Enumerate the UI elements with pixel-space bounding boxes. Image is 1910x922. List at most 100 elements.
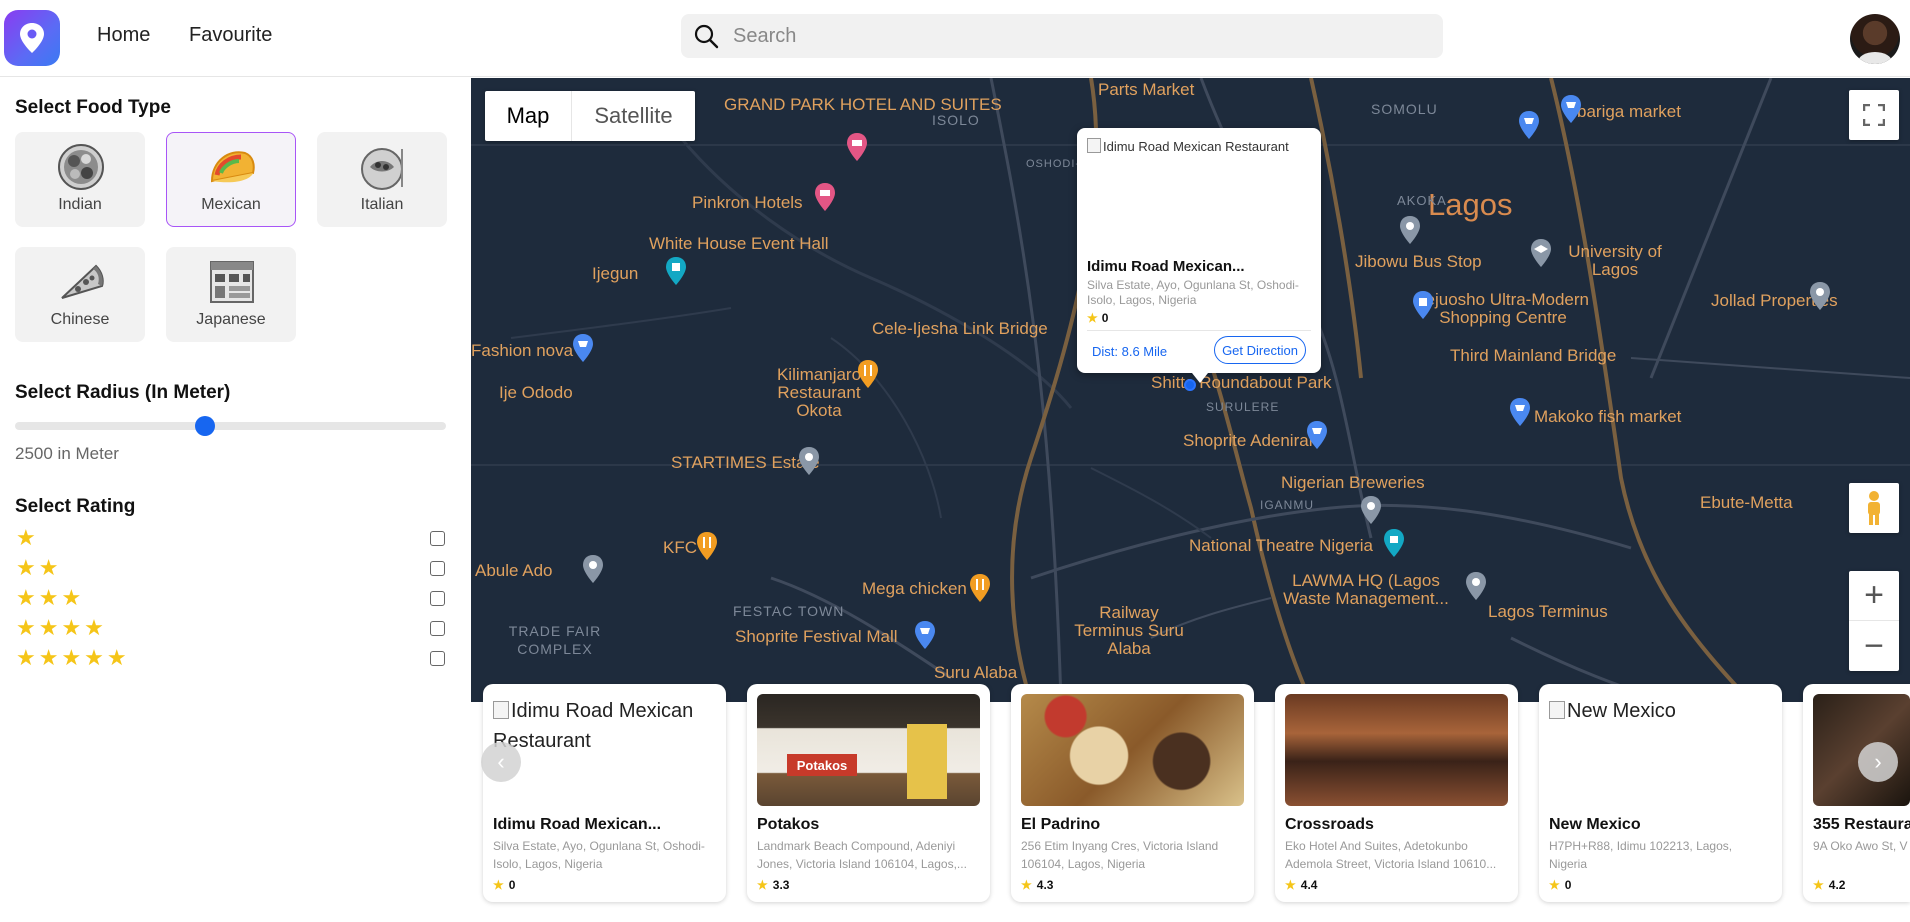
restaurant-pin-icon[interactable] bbox=[968, 573, 992, 603]
map-label: Abule Ado bbox=[475, 561, 553, 580]
place-pin-icon[interactable] bbox=[581, 554, 605, 584]
restaurant-pin-icon[interactable] bbox=[856, 359, 880, 389]
food-type-title: Select Food Type bbox=[15, 97, 171, 118]
place-pin-icon[interactable] bbox=[1398, 215, 1422, 245]
google-map[interactable]: Map Satellite GRAND PARK HOTEL AND SUITE… bbox=[471, 78, 1910, 702]
map-label: University of Lagos bbox=[1568, 242, 1662, 279]
restaurant-address: H7PH+R88, Idimu 102213, Lagos, Nigeria bbox=[1549, 839, 1733, 871]
nav-home-link[interactable]: Home bbox=[97, 24, 150, 47]
shopping-bag-pin-icon[interactable] bbox=[1411, 290, 1435, 320]
restaurant-rating: ★ 4.2 bbox=[1813, 878, 1845, 892]
food-card-italian[interactable]: Italian bbox=[317, 132, 447, 227]
food-label: Chinese bbox=[50, 311, 110, 328]
search-input[interactable] bbox=[733, 24, 1413, 48]
rating-option-3[interactable]: ★★★ bbox=[16, 587, 446, 609]
hotel-pin-icon[interactable] bbox=[813, 182, 837, 212]
search-icon bbox=[691, 21, 721, 51]
rating-checkbox[interactable] bbox=[430, 561, 445, 576]
restaurant-card[interactable]: Crossroads Eko Hotel And Suites, Adetoku… bbox=[1275, 684, 1518, 902]
rating-option-5[interactable]: ★★★★★ bbox=[16, 647, 446, 669]
restaurant-name: Crossroads bbox=[1285, 816, 1374, 833]
food-card-mexican[interactable]: Mexican bbox=[166, 132, 296, 227]
street-view-button[interactable] bbox=[1849, 483, 1899, 533]
search-bar[interactable] bbox=[681, 14, 1443, 58]
thali-plate-icon bbox=[58, 144, 104, 190]
zoom-controls: + − bbox=[1849, 571, 1899, 671]
restaurant-rating: ★ 4.4 bbox=[1285, 878, 1317, 892]
rating-option-4[interactable]: ★★★★ bbox=[16, 617, 446, 639]
map-label: Lagos Terminus bbox=[1488, 602, 1608, 621]
get-direction-button[interactable]: Get Direction bbox=[1214, 336, 1306, 364]
rating-option-2[interactable]: ★★ bbox=[16, 557, 446, 579]
restaurant-card[interactable]: 355 Restaura 9A Oko Awo St, V Lagos, Nig… bbox=[1803, 684, 1910, 902]
rating-value: 0 bbox=[1101, 311, 1109, 325]
place-info-window[interactable]: Idimu Road Mexican Restaurant Idimu Road… bbox=[1077, 128, 1321, 373]
food-card-japanese[interactable]: Japanese bbox=[166, 247, 296, 342]
map-label: Railway Terminus Suru Alaba bbox=[1074, 603, 1184, 658]
broken-image: Idimu Road Mexican Restaurant bbox=[493, 696, 716, 756]
shopping-cart-pin-icon[interactable] bbox=[571, 333, 595, 363]
place-name: Idimu Road Mexican... bbox=[1087, 258, 1245, 275]
map-label: OSHODI- bbox=[1026, 158, 1081, 170]
restaurant-card[interactable]: El Padrino 256 Etim Inyang Cres, Victori… bbox=[1011, 684, 1254, 902]
theatre-pin-icon[interactable] bbox=[1382, 528, 1406, 558]
shopping-cart-pin-icon[interactable] bbox=[913, 620, 937, 650]
event-pin-icon[interactable] bbox=[664, 256, 688, 286]
restaurant-name: Potakos bbox=[757, 816, 820, 833]
app-logo[interactable] bbox=[4, 10, 60, 66]
restaurant-address: 256 Etim Inyang Cres, Victoria Island 10… bbox=[1021, 839, 1219, 871]
place-pin-icon[interactable] bbox=[1464, 571, 1488, 601]
restaurant-pin-icon[interactable] bbox=[695, 531, 719, 561]
shopping-cart-pin-icon[interactable] bbox=[1517, 110, 1541, 140]
star-icon: ★ bbox=[1549, 878, 1560, 892]
carousel-next-button[interactable]: › bbox=[1858, 742, 1898, 782]
map-label: Mega chicken bbox=[862, 579, 967, 598]
rating-checkbox[interactable] bbox=[430, 531, 445, 546]
map-type-toggle[interactable]: Map Satellite bbox=[485, 91, 695, 141]
rating-checkbox[interactable] bbox=[430, 621, 445, 636]
rating-value: 3.3 bbox=[772, 878, 790, 892]
shopping-cart-pin-icon[interactable] bbox=[1305, 420, 1329, 450]
restaurant-card[interactable]: Idimu Road Mexican Restaurant Idimu Road… bbox=[483, 684, 726, 902]
rating-option-1[interactable]: ★ bbox=[16, 527, 446, 549]
restaurant-name: 355 Restaura bbox=[1813, 816, 1910, 833]
carousel-prev-button[interactable]: ‹ bbox=[481, 742, 521, 782]
map-label: Shoprite Adeniran bbox=[1183, 431, 1319, 450]
restaurant-name: New Mexico bbox=[1549, 816, 1641, 833]
rating-checkbox[interactable] bbox=[430, 591, 445, 606]
university-pin-icon[interactable] bbox=[1529, 238, 1553, 268]
shopping-cart-pin-icon[interactable] bbox=[1508, 397, 1532, 427]
restaurant-card[interactable]: Potakos Potakos Landmark Beach Compound,… bbox=[747, 684, 990, 902]
shopping-cart-pin-icon[interactable] bbox=[1559, 94, 1583, 124]
rating-checkbox[interactable] bbox=[430, 651, 445, 666]
satellite-view-button[interactable]: Satellite bbox=[572, 91, 695, 141]
map-label: SOMOLU bbox=[1371, 101, 1438, 117]
pizza-slice-icon bbox=[61, 264, 104, 299]
divider bbox=[1087, 330, 1311, 331]
map-label: Makoko fish market bbox=[1534, 407, 1682, 426]
star-icon: ★★★★ bbox=[16, 615, 107, 640]
restaurant-address: 9A Oko Awo St, V Lagos, Nigeria bbox=[1813, 839, 1910, 853]
map-label: AKOKA bbox=[1397, 193, 1447, 208]
radius-slider-thumb[interactable] bbox=[194, 416, 215, 436]
food-card-indian[interactable]: Indian bbox=[15, 132, 145, 227]
nav-favourite-link[interactable]: Favourite bbox=[189, 24, 272, 47]
fullscreen-icon bbox=[1863, 104, 1885, 126]
hotel-pin-icon[interactable] bbox=[845, 132, 869, 162]
zoom-in-button[interactable]: + bbox=[1849, 571, 1899, 621]
zoom-out-button[interactable]: − bbox=[1849, 621, 1899, 671]
fullscreen-button[interactable] bbox=[1849, 90, 1899, 140]
place-pin-icon[interactable] bbox=[797, 446, 821, 476]
food-label: Indian bbox=[58, 196, 102, 213]
map-label: Pinkron Hotels bbox=[692, 193, 803, 212]
place-pin-icon[interactable] bbox=[1359, 495, 1383, 525]
radius-slider-track[interactable] bbox=[15, 422, 446, 430]
map-label: Cele-Ijesha Link Bridge bbox=[872, 319, 1048, 338]
map-label: Nigerian Breweries bbox=[1281, 473, 1425, 492]
place-pin-icon[interactable] bbox=[1808, 281, 1832, 311]
restaurant-card[interactable]: New Mexico New Mexico H7PH+R88, Idimu 10… bbox=[1539, 684, 1782, 902]
food-card-chinese[interactable]: Chinese bbox=[15, 247, 145, 342]
user-avatar[interactable] bbox=[1850, 14, 1900, 64]
current-location-marker[interactable] bbox=[1184, 379, 1196, 391]
map-view-button[interactable]: Map bbox=[485, 91, 572, 141]
